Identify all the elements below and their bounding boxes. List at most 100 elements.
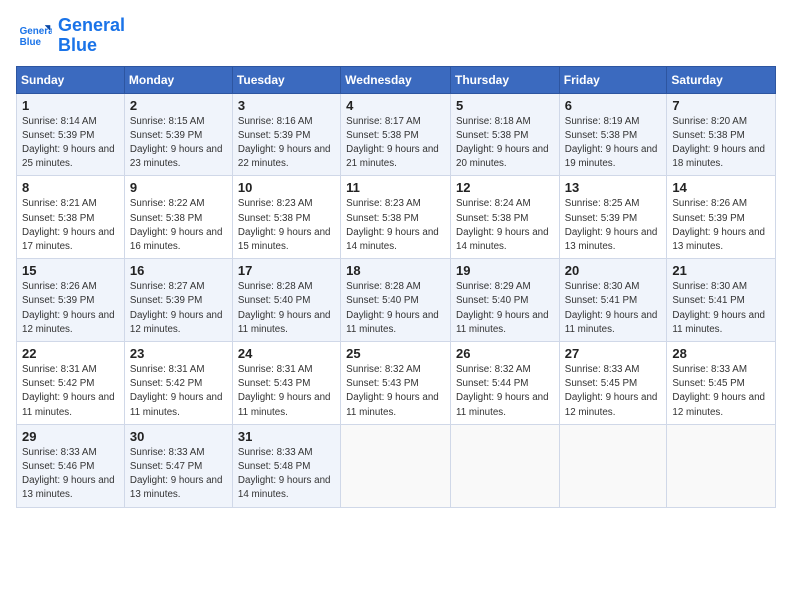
day-detail: Sunrise: 8:28 AMSunset: 5:40 PMDaylight:… bbox=[238, 281, 331, 335]
day-detail: Sunrise: 8:24 AMSunset: 5:38 PMDaylight:… bbox=[456, 198, 549, 252]
svg-text:Blue: Blue bbox=[20, 37, 42, 48]
day-number: 22 bbox=[22, 346, 119, 361]
calendar-cell: 27 Sunrise: 8:33 AMSunset: 5:45 PMDaylig… bbox=[559, 342, 667, 425]
weekday-header-saturday: Saturday bbox=[667, 66, 776, 93]
day-detail: Sunrise: 8:17 AMSunset: 5:38 PMDaylight:… bbox=[346, 116, 439, 170]
calendar-cell: 16 Sunrise: 8:27 AMSunset: 5:39 PMDaylig… bbox=[124, 259, 232, 342]
calendar-cell bbox=[559, 424, 667, 507]
calendar-cell: 30 Sunrise: 8:33 AMSunset: 5:47 PMDaylig… bbox=[124, 424, 232, 507]
logo: General Blue GeneralBlue bbox=[16, 16, 125, 56]
weekday-header-wednesday: Wednesday bbox=[341, 66, 451, 93]
day-number: 25 bbox=[346, 346, 445, 361]
calendar-cell: 1 Sunrise: 8:14 AMSunset: 5:39 PMDayligh… bbox=[17, 93, 125, 176]
calendar-cell: 11 Sunrise: 8:23 AMSunset: 5:38 PMDaylig… bbox=[341, 176, 451, 259]
day-detail: Sunrise: 8:30 AMSunset: 5:41 PMDaylight:… bbox=[672, 281, 765, 335]
day-detail: Sunrise: 8:19 AMSunset: 5:38 PMDaylight:… bbox=[565, 116, 658, 170]
day-detail: Sunrise: 8:33 AMSunset: 5:45 PMDaylight:… bbox=[565, 364, 658, 418]
day-detail: Sunrise: 8:31 AMSunset: 5:42 PMDaylight:… bbox=[22, 364, 115, 418]
weekday-header-sunday: Sunday bbox=[17, 66, 125, 93]
day-number: 21 bbox=[672, 263, 770, 278]
calendar-cell: 8 Sunrise: 8:21 AMSunset: 5:38 PMDayligh… bbox=[17, 176, 125, 259]
calendar-cell: 26 Sunrise: 8:32 AMSunset: 5:44 PMDaylig… bbox=[451, 342, 560, 425]
day-detail: Sunrise: 8:20 AMSunset: 5:38 PMDaylight:… bbox=[672, 116, 765, 170]
day-number: 12 bbox=[456, 180, 554, 195]
day-detail: Sunrise: 8:31 AMSunset: 5:43 PMDaylight:… bbox=[238, 364, 331, 418]
day-detail: Sunrise: 8:14 AMSunset: 5:39 PMDaylight:… bbox=[22, 116, 115, 170]
day-number: 2 bbox=[130, 98, 227, 113]
calendar-cell: 28 Sunrise: 8:33 AMSunset: 5:45 PMDaylig… bbox=[667, 342, 776, 425]
day-number: 31 bbox=[238, 429, 335, 444]
day-number: 10 bbox=[238, 180, 335, 195]
calendar-table: SundayMondayTuesdayWednesdayThursdayFrid… bbox=[16, 66, 776, 508]
calendar-cell: 10 Sunrise: 8:23 AMSunset: 5:38 PMDaylig… bbox=[232, 176, 340, 259]
day-detail: Sunrise: 8:32 AMSunset: 5:43 PMDaylight:… bbox=[346, 364, 439, 418]
calendar-cell: 23 Sunrise: 8:31 AMSunset: 5:42 PMDaylig… bbox=[124, 342, 232, 425]
calendar-cell: 13 Sunrise: 8:25 AMSunset: 5:39 PMDaylig… bbox=[559, 176, 667, 259]
day-number: 4 bbox=[346, 98, 445, 113]
calendar-cell: 22 Sunrise: 8:31 AMSunset: 5:42 PMDaylig… bbox=[17, 342, 125, 425]
day-detail: Sunrise: 8:33 AMSunset: 5:48 PMDaylight:… bbox=[238, 447, 331, 501]
calendar-cell: 6 Sunrise: 8:19 AMSunset: 5:38 PMDayligh… bbox=[559, 93, 667, 176]
day-number: 19 bbox=[456, 263, 554, 278]
day-number: 23 bbox=[130, 346, 227, 361]
calendar-cell: 15 Sunrise: 8:26 AMSunset: 5:39 PMDaylig… bbox=[17, 259, 125, 342]
day-number: 16 bbox=[130, 263, 227, 278]
calendar-cell: 21 Sunrise: 8:30 AMSunset: 5:41 PMDaylig… bbox=[667, 259, 776, 342]
calendar-cell: 20 Sunrise: 8:30 AMSunset: 5:41 PMDaylig… bbox=[559, 259, 667, 342]
day-detail: Sunrise: 8:33 AMSunset: 5:45 PMDaylight:… bbox=[672, 364, 765, 418]
day-number: 5 bbox=[456, 98, 554, 113]
day-number: 14 bbox=[672, 180, 770, 195]
day-detail: Sunrise: 8:31 AMSunset: 5:42 PMDaylight:… bbox=[130, 364, 223, 418]
day-detail: Sunrise: 8:23 AMSunset: 5:38 PMDaylight:… bbox=[346, 198, 439, 252]
weekday-header-friday: Friday bbox=[559, 66, 667, 93]
day-detail: Sunrise: 8:25 AMSunset: 5:39 PMDaylight:… bbox=[565, 198, 658, 252]
day-number: 26 bbox=[456, 346, 554, 361]
calendar-cell: 9 Sunrise: 8:22 AMSunset: 5:38 PMDayligh… bbox=[124, 176, 232, 259]
day-detail: Sunrise: 8:32 AMSunset: 5:44 PMDaylight:… bbox=[456, 364, 549, 418]
day-detail: Sunrise: 8:27 AMSunset: 5:39 PMDaylight:… bbox=[130, 281, 223, 335]
day-number: 28 bbox=[672, 346, 770, 361]
day-detail: Sunrise: 8:28 AMSunset: 5:40 PMDaylight:… bbox=[346, 281, 439, 335]
day-detail: Sunrise: 8:18 AMSunset: 5:38 PMDaylight:… bbox=[456, 116, 549, 170]
calendar-cell: 3 Sunrise: 8:16 AMSunset: 5:39 PMDayligh… bbox=[232, 93, 340, 176]
day-number: 1 bbox=[22, 98, 119, 113]
day-detail: Sunrise: 8:21 AMSunset: 5:38 PMDaylight:… bbox=[22, 198, 115, 252]
weekday-header-thursday: Thursday bbox=[451, 66, 560, 93]
day-number: 27 bbox=[565, 346, 662, 361]
day-number: 17 bbox=[238, 263, 335, 278]
day-number: 29 bbox=[22, 429, 119, 444]
calendar-header: General Blue GeneralBlue bbox=[16, 16, 776, 56]
calendar-cell: 17 Sunrise: 8:28 AMSunset: 5:40 PMDaylig… bbox=[232, 259, 340, 342]
day-detail: Sunrise: 8:30 AMSunset: 5:41 PMDaylight:… bbox=[565, 281, 658, 335]
calendar-cell bbox=[341, 424, 451, 507]
day-number: 7 bbox=[672, 98, 770, 113]
day-detail: Sunrise: 8:22 AMSunset: 5:38 PMDaylight:… bbox=[130, 198, 223, 252]
day-detail: Sunrise: 8:26 AMSunset: 5:39 PMDaylight:… bbox=[22, 281, 115, 335]
calendar-cell: 4 Sunrise: 8:17 AMSunset: 5:38 PMDayligh… bbox=[341, 93, 451, 176]
day-detail: Sunrise: 8:33 AMSunset: 5:47 PMDaylight:… bbox=[130, 447, 223, 501]
weekday-header-monday: Monday bbox=[124, 66, 232, 93]
day-number: 3 bbox=[238, 98, 335, 113]
svg-text:General: General bbox=[20, 26, 52, 37]
calendar-cell bbox=[451, 424, 560, 507]
calendar-cell: 19 Sunrise: 8:29 AMSunset: 5:40 PMDaylig… bbox=[451, 259, 560, 342]
day-number: 6 bbox=[565, 98, 662, 113]
calendar-cell: 31 Sunrise: 8:33 AMSunset: 5:48 PMDaylig… bbox=[232, 424, 340, 507]
day-number: 15 bbox=[22, 263, 119, 278]
day-number: 20 bbox=[565, 263, 662, 278]
day-number: 9 bbox=[130, 180, 227, 195]
day-detail: Sunrise: 8:15 AMSunset: 5:39 PMDaylight:… bbox=[130, 116, 223, 170]
day-number: 30 bbox=[130, 429, 227, 444]
calendar-cell: 12 Sunrise: 8:24 AMSunset: 5:38 PMDaylig… bbox=[451, 176, 560, 259]
calendar-cell: 5 Sunrise: 8:18 AMSunset: 5:38 PMDayligh… bbox=[451, 93, 560, 176]
day-detail: Sunrise: 8:23 AMSunset: 5:38 PMDaylight:… bbox=[238, 198, 331, 252]
day-number: 13 bbox=[565, 180, 662, 195]
logo-icon: General Blue bbox=[16, 18, 52, 54]
calendar-cell: 18 Sunrise: 8:28 AMSunset: 5:40 PMDaylig… bbox=[341, 259, 451, 342]
calendar-cell: 2 Sunrise: 8:15 AMSunset: 5:39 PMDayligh… bbox=[124, 93, 232, 176]
day-number: 8 bbox=[22, 180, 119, 195]
day-number: 18 bbox=[346, 263, 445, 278]
day-number: 24 bbox=[238, 346, 335, 361]
calendar-cell: 14 Sunrise: 8:26 AMSunset: 5:39 PMDaylig… bbox=[667, 176, 776, 259]
calendar-cell: 24 Sunrise: 8:31 AMSunset: 5:43 PMDaylig… bbox=[232, 342, 340, 425]
